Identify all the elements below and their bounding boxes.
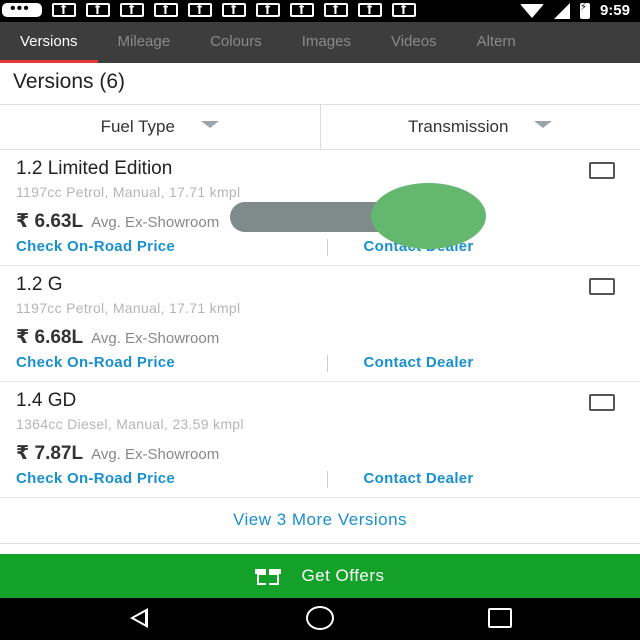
android-nav-bar: [0, 598, 640, 640]
battery-charging-icon: [579, 2, 590, 19]
facebook-icon: [358, 1, 382, 18]
facebook-icon: [154, 1, 178, 18]
price-row: ₹ 6.63L Avg. Ex-Showroom: [16, 210, 219, 233]
version-price: ₹ 7.87L: [16, 443, 84, 464]
tab-images[interactable]: Images: [282, 22, 371, 63]
dropdown-caret-icon: [200, 120, 219, 128]
facebook-icon: [256, 1, 280, 18]
filter-bar: Fuel Type Transmission: [0, 104, 640, 150]
action-divider: [327, 355, 328, 372]
check-on-road-price-link[interactable]: Check On-Road Price: [0, 238, 293, 260]
contact-dealer-link[interactable]: Contact Dealer: [293, 470, 640, 492]
action-divider: [327, 239, 328, 256]
system-icons: 9:59: [519, 2, 630, 19]
fuel-type-label: Fuel Type: [100, 117, 175, 136]
compare-checkbox[interactable]: [589, 278, 615, 295]
recents-icon[interactable]: [488, 608, 512, 628]
check-on-road-price-link[interactable]: Check On-Road Price: [0, 354, 293, 376]
card-actions: Check On-Road Price Contact Dealer: [0, 470, 640, 492]
version-specs: 1197cc Petrol, Manual, 17.71 kmpl: [16, 184, 241, 200]
contact-dealer-link[interactable]: Contact Dealer: [293, 238, 640, 260]
check-on-road-price-link[interactable]: Check On-Road Price: [0, 470, 293, 492]
status-bar: 9:59: [0, 0, 640, 22]
tab-colours[interactable]: Colours: [190, 22, 282, 63]
back-icon[interactable]: [130, 608, 148, 628]
facebook-icon: [290, 1, 314, 18]
transmission-label: Transmission: [408, 117, 509, 136]
version-specs: 1364cc Diesel, Manual, 23.59 kmpl: [16, 416, 244, 432]
version-name: 1.2 Limited Edition: [16, 158, 173, 179]
get-offers-label: Get Offers: [301, 566, 385, 585]
page-title: Versions (6): [13, 70, 126, 93]
gift-icon: [255, 567, 282, 585]
compare-checkbox[interactable]: [589, 394, 615, 411]
dropdown-caret-icon: [534, 120, 553, 128]
signal-icon: [553, 2, 570, 19]
facebook-icon: [120, 1, 144, 18]
home-icon[interactable]: [306, 606, 334, 630]
tab-versions[interactable]: Versions: [0, 22, 98, 63]
price-row: ₹ 7.87L Avg. Ex-Showroom: [16, 442, 219, 465]
transmission-filter[interactable]: Transmission: [319, 105, 640, 149]
view-more-versions-button[interactable]: View 3 More Versions: [0, 498, 640, 544]
price-label: Avg. Ex-Showroom: [91, 446, 220, 463]
tab-bar: Versions Mileage Colours Images Videos A…: [0, 22, 640, 63]
contact-dealer-link[interactable]: Contact Dealer: [293, 354, 640, 376]
version-card[interactable]: 1.4 GD 1364cc Diesel, Manual, 23.59 kmpl…: [0, 382, 640, 498]
card-actions: Check On-Road Price Contact Dealer: [0, 354, 640, 376]
action-divider: [327, 471, 328, 488]
version-specs: 1197cc Petrol, Manual, 17.71 kmpl: [16, 300, 241, 316]
fuel-type-filter[interactable]: Fuel Type: [0, 105, 320, 149]
price-row: ₹ 6.68L Avg. Ex-Showroom: [16, 326, 219, 349]
version-price: ₹ 6.63L: [16, 211, 84, 232]
version-card[interactable]: 1.2 G 1197cc Petrol, Manual, 17.71 kmpl …: [0, 266, 640, 382]
card-actions: Check On-Road Price Contact Dealer: [0, 238, 640, 260]
status-time: 9:59: [599, 2, 630, 19]
facebook-icon: [324, 1, 348, 18]
version-name: 1.4 GD: [16, 390, 77, 411]
wifi-icon: [519, 3, 544, 18]
tab-alternatives[interactable]: Altern: [457, 22, 536, 63]
facebook-icon: [188, 1, 212, 18]
facebook-icon: [52, 1, 76, 18]
compare-checkbox[interactable]: [589, 162, 615, 179]
tab-videos[interactable]: Videos: [371, 22, 457, 63]
notification-icons: [0, 0, 416, 18]
facebook-icon: [86, 1, 110, 18]
tab-mileage[interactable]: Mileage: [98, 22, 191, 63]
facebook-icon: [392, 1, 416, 18]
price-label: Avg. Ex-Showroom: [91, 214, 220, 231]
version-name: 1.2 G: [16, 274, 63, 295]
facebook-icon: [222, 1, 246, 18]
chat-icon: [2, 0, 42, 18]
get-offers-button[interactable]: Get Offers: [0, 554, 640, 598]
version-price: ₹ 6.68L: [16, 327, 84, 348]
price-label: Avg. Ex-Showroom: [91, 330, 220, 347]
swipe-gesture-knob[interactable]: [371, 183, 486, 249]
